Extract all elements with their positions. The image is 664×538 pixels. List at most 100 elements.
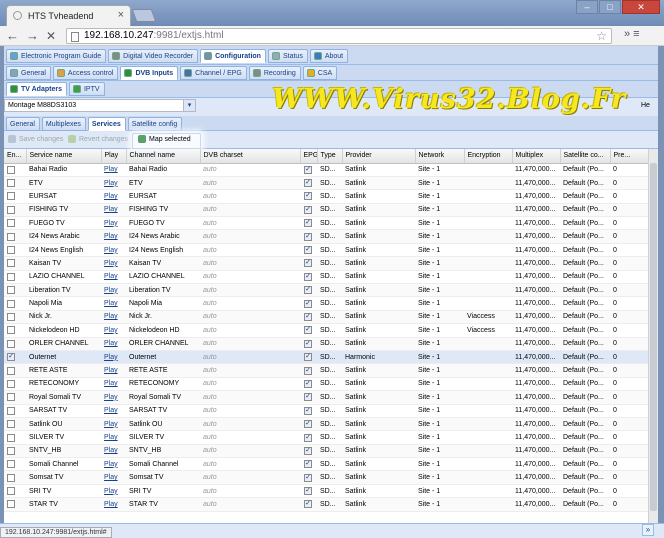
column-header[interactable]: Encryption	[464, 149, 513, 164]
enabled-checkbox[interactable]	[7, 246, 15, 255]
config-tab-recording[interactable]: Recording	[248, 66, 301, 80]
play-link[interactable]: Play	[101, 390, 126, 405]
epg-checkbox[interactable]: ✓	[304, 232, 312, 241]
table-row[interactable]: Nick Jr. Play Nick Jr. auto ✓ SD... Satlink Sit…	[4, 310, 648, 325]
tab-electronic-program-guide[interactable]: Electronic Program Guide	[6, 49, 107, 63]
play-link[interactable]: Play	[101, 430, 126, 445]
column-header[interactable]: Pre...	[610, 149, 649, 164]
browser-menu-button[interactable]: » ≡	[624, 28, 640, 40]
enabled-checkbox[interactable]	[7, 339, 15, 348]
column-header[interactable]: En...	[4, 149, 27, 164]
play-link[interactable]: Play	[101, 270, 126, 285]
play-link[interactable]: Play	[101, 404, 126, 418]
play-link[interactable]: Play	[101, 457, 126, 472]
epg-checkbox[interactable]: ✓	[304, 379, 312, 388]
epg-checkbox[interactable]: ✓	[304, 205, 312, 214]
table-row[interactable]: ORLER CHANNEL Play ORLER CHANNEL auto ✓ SD...…	[4, 337, 648, 351]
column-header[interactable]: Network	[415, 149, 465, 164]
epg-checkbox[interactable]: ✓	[304, 473, 312, 482]
enabled-checkbox[interactable]	[7, 379, 15, 388]
column-header[interactable]: Service name	[26, 149, 102, 164]
table-row[interactable]: Nickelodeon HD Play Nickelodeon HD auto ✓ SD.…	[4, 323, 648, 338]
config-tab-access-control[interactable]: Access control	[52, 66, 119, 80]
adapter-tab-satellite-config[interactable]: Satellite config	[127, 117, 183, 131]
enabled-checkbox[interactable]	[7, 219, 15, 228]
enabled-checkbox[interactable]	[7, 446, 15, 455]
chevron-down-icon[interactable]: ▾	[183, 100, 195, 111]
enabled-checkbox[interactable]	[7, 286, 15, 295]
dvb-tab-tv-adapters[interactable]: TV Adapters	[6, 82, 67, 96]
reload-button[interactable]: ✕	[46, 28, 56, 44]
column-header[interactable]: Provider	[342, 149, 416, 164]
table-row[interactable]: STAR TV Play STAR TV auto ✓ SD... Satlink Site …	[4, 497, 648, 512]
tab-about[interactable]: About	[309, 49, 349, 63]
maximize-button[interactable]: □	[599, 0, 621, 14]
browser-tab[interactable]: HTS Tvheadend ×	[6, 5, 131, 26]
enabled-checkbox[interactable]	[7, 192, 15, 201]
play-link[interactable]: Play	[101, 417, 126, 432]
enabled-checkbox[interactable]	[7, 299, 15, 308]
table-row[interactable]: SARSAT TV Play SARSAT TV auto ✓ SD... Satlink S…	[4, 404, 648, 418]
dvb-tab-iptv[interactable]: IPTV	[68, 82, 105, 96]
enabled-checkbox[interactable]	[7, 500, 15, 509]
table-row[interactable]: ✓ Outernet Play Outernet auto ✓ SD... Harmonic S…	[4, 350, 648, 365]
play-link[interactable]: Play	[101, 296, 126, 311]
tab-close-button[interactable]: ×	[118, 9, 124, 21]
play-link[interactable]: Play	[101, 377, 126, 392]
table-row[interactable]: LAZIO CHANNEL Play LAZIO CHANNEL auto ✓ SD...…	[4, 270, 648, 285]
adapter-tab-general[interactable]: General	[6, 117, 40, 131]
epg-checkbox[interactable]: ✓	[304, 259, 312, 268]
play-link[interactable]: Play	[101, 350, 126, 365]
adapter-tab-multiplexes[interactable]: Multiplexes	[41, 117, 86, 131]
address-bar[interactable]: 192.168.10.247:9981/extjs.html ☆	[66, 28, 612, 44]
table-row[interactable]: RETE ASTE Play RETE ASTE auto ✓ SD... Satlink S…	[4, 363, 648, 378]
play-link[interactable]: Play	[101, 497, 126, 512]
table-row[interactable]: FISHING TV Play FISHING TV auto ✓ SD... Satlin…	[4, 203, 648, 218]
play-link[interactable]: Play	[101, 310, 126, 325]
forward-button[interactable]: →	[26, 28, 39, 44]
enabled-checkbox[interactable]	[7, 473, 15, 482]
play-link[interactable]: Play	[101, 323, 126, 338]
table-row[interactable]: ETV Play ETV auto ✓ SD... Satlink Site - 1 11,47…	[4, 176, 648, 191]
epg-checkbox[interactable]: ✓	[304, 353, 312, 362]
epg-checkbox[interactable]: ✓	[304, 299, 312, 308]
epg-checkbox[interactable]: ✓	[304, 192, 312, 201]
save-changes-button[interactable]: Save changes	[8, 135, 63, 143]
play-link[interactable]: Play	[101, 176, 126, 191]
column-header[interactable]: Multiplex	[512, 149, 561, 164]
table-row[interactable]: Somsat TV Play Somsat TV auto ✓ SD... Satlink S…	[4, 470, 648, 485]
column-header[interactable]: Satellite co...	[560, 149, 611, 164]
epg-checkbox[interactable]: ✓	[304, 366, 312, 375]
table-row[interactable]: Liberation TV Play Liberation TV auto ✓ SD...…	[4, 283, 648, 298]
play-link[interactable]: Play	[101, 363, 126, 378]
collapse-button[interactable]: »	[642, 524, 654, 536]
config-tab-dvb-inputs[interactable]: DVB Inputs	[120, 66, 179, 80]
epg-checkbox[interactable]: ✓	[304, 312, 312, 321]
enabled-checkbox[interactable]: ✓	[7, 353, 15, 362]
bookmark-star-icon[interactable]: ☆	[596, 29, 607, 43]
play-link[interactable]: Play	[101, 256, 126, 271]
table-row[interactable]: Kaisan TV Play Kaisan TV auto ✓ SD... Satlink S…	[4, 256, 648, 271]
table-row[interactable]: Bahai Radio Play Bahai Radio auto ✓ SD... Satl…	[4, 163, 648, 177]
epg-checkbox[interactable]: ✓	[304, 433, 312, 442]
window-close-button[interactable]: ✕	[622, 0, 660, 14]
enabled-checkbox[interactable]	[7, 433, 15, 442]
epg-checkbox[interactable]: ✓	[304, 246, 312, 255]
enabled-checkbox[interactable]	[7, 165, 15, 174]
table-row[interactable]: SRI TV Play SRI TV auto ✓ SD... Satlink Site - …	[4, 484, 648, 499]
epg-checkbox[interactable]: ✓	[304, 339, 312, 348]
scrollbar-thumb[interactable]	[650, 163, 657, 511]
epg-checkbox[interactable]: ✓	[304, 272, 312, 281]
play-link[interactable]: Play	[101, 163, 126, 177]
enabled-checkbox[interactable]	[7, 272, 15, 281]
grid-scrollbar[interactable]	[648, 149, 658, 523]
table-row[interactable]: RETECONOMY Play RETECONOMY auto ✓ SD... Satlin…	[4, 377, 648, 392]
enabled-checkbox[interactable]	[7, 232, 15, 241]
enabled-checkbox[interactable]	[7, 326, 15, 335]
epg-checkbox[interactable]: ✓	[304, 165, 312, 174]
enabled-checkbox[interactable]	[7, 393, 15, 402]
tab-digital-video-recorder[interactable]: Digital Video Recorder	[108, 49, 199, 63]
column-header[interactable]: Play	[101, 149, 127, 164]
column-header[interactable]: EPG	[300, 149, 318, 164]
table-row[interactable]: Napoli Mia Play Napoli Mia auto ✓ SD... Satlin…	[4, 296, 648, 311]
